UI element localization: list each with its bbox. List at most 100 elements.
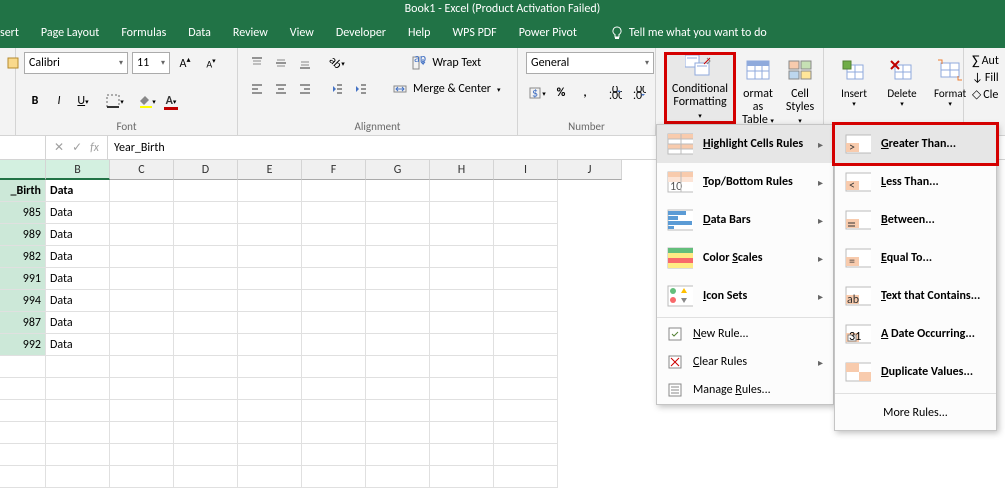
cell[interactable] <box>238 378 302 400</box>
cell[interactable] <box>366 378 430 400</box>
highlight-rules-item[interactable]: 31A Date Occurring... <box>835 315 996 353</box>
cell[interactable] <box>430 334 494 356</box>
cell[interactable] <box>238 290 302 312</box>
comma-format-button[interactable]: , <box>574 82 596 104</box>
highlight-rules-item[interactable]: Between... <box>835 201 996 239</box>
menu-formulas[interactable]: Formulas <box>121 26 166 40</box>
cell[interactable]: 985 <box>0 202 46 224</box>
cell[interactable] <box>238 202 302 224</box>
accept-formula-icon[interactable]: ✓ <box>72 140 82 155</box>
cell[interactable]: Data <box>46 246 110 268</box>
increase-font-icon[interactable]: A▴ <box>174 52 196 74</box>
cell[interactable] <box>238 422 302 444</box>
cell[interactable] <box>366 334 430 356</box>
format-as-table-button[interactable]: ormat asTable ▾ <box>736 52 780 130</box>
cell[interactable] <box>174 180 238 202</box>
cell[interactable] <box>238 356 302 378</box>
align-middle-icon[interactable] <box>270 52 292 74</box>
align-top-icon[interactable] <box>246 52 268 74</box>
cell[interactable] <box>110 334 174 356</box>
highlight-rules-item[interactable]: =Equal To... <box>835 239 996 277</box>
menu-insert[interactable]: sert <box>0 26 19 40</box>
italic-button[interactable]: I <box>48 90 70 112</box>
menu-wps-pdf[interactable]: WPS PDF <box>452 26 496 40</box>
cell[interactable]: 994 <box>0 290 46 312</box>
decrease-decimal-button[interactable]: .00.0 <box>628 82 650 104</box>
cell[interactable] <box>46 466 110 488</box>
cell[interactable] <box>238 334 302 356</box>
cell[interactable] <box>302 224 366 246</box>
cell[interactable] <box>0 422 46 444</box>
cell[interactable] <box>46 378 110 400</box>
border-button[interactable]: ▾ <box>104 90 126 112</box>
cell[interactable] <box>238 246 302 268</box>
cell[interactable]: 989 <box>0 224 46 246</box>
cell[interactable] <box>494 356 558 378</box>
autosum-button[interactable]: ∑Aut <box>972 52 999 69</box>
cell[interactable] <box>238 180 302 202</box>
cell[interactable] <box>0 356 46 378</box>
cell[interactable] <box>430 356 494 378</box>
conditional-formatting-button[interactable]: ConditionalFormatting ▾ <box>664 52 736 124</box>
align-center-icon[interactable] <box>270 78 292 100</box>
cell[interactable] <box>110 422 174 444</box>
fx-icon[interactable]: fx <box>90 141 99 155</box>
cf-menu-item[interactable]: Data Bars▸ <box>657 201 833 239</box>
cell[interactable] <box>494 202 558 224</box>
cell[interactable] <box>238 268 302 290</box>
cell[interactable] <box>110 356 174 378</box>
menu-help[interactable]: Help <box>408 26 431 40</box>
highlight-rules-item[interactable]: >Greater Than... <box>835 125 996 163</box>
cell[interactable] <box>174 422 238 444</box>
cell[interactable] <box>110 224 174 246</box>
cell[interactable]: Data <box>46 202 110 224</box>
column-header[interactable]: E <box>238 160 302 180</box>
cell[interactable] <box>302 202 366 224</box>
cell[interactable] <box>430 246 494 268</box>
cell[interactable] <box>366 290 430 312</box>
cell[interactable] <box>430 422 494 444</box>
delete-cells-button[interactable]: Delete▾ <box>880 52 924 110</box>
cf-menu-item[interactable]: New Rule... <box>657 320 833 348</box>
cell[interactable] <box>302 268 366 290</box>
more-rules-item[interactable]: More Rules... <box>835 396 996 430</box>
column-header[interactable]: H <box>430 160 494 180</box>
cell[interactable] <box>366 202 430 224</box>
cell[interactable]: Data <box>46 180 110 202</box>
cell[interactable] <box>302 466 366 488</box>
cell[interactable] <box>302 378 366 400</box>
menu-power-pivot[interactable]: Power Pivot <box>519 26 577 40</box>
cell[interactable] <box>0 400 46 422</box>
cell[interactable] <box>430 268 494 290</box>
fill-button[interactable]: ↓Fill <box>972 71 999 85</box>
cell[interactable] <box>366 400 430 422</box>
cell[interactable] <box>366 312 430 334</box>
increase-indent-icon[interactable] <box>350 78 372 100</box>
cell[interactable] <box>174 378 238 400</box>
cell[interactable] <box>174 312 238 334</box>
cell[interactable] <box>110 268 174 290</box>
cell[interactable] <box>366 422 430 444</box>
cell[interactable] <box>302 290 366 312</box>
cell[interactable] <box>0 378 46 400</box>
align-left-icon[interactable] <box>246 78 268 100</box>
highlight-rules-item[interactable]: <Less Than... <box>835 163 996 201</box>
cell[interactable] <box>494 290 558 312</box>
cell[interactable] <box>302 334 366 356</box>
cell[interactable] <box>110 202 174 224</box>
menu-data[interactable]: Data <box>188 26 211 40</box>
cell[interactable] <box>110 246 174 268</box>
cell[interactable]: 982 <box>0 246 46 268</box>
cell[interactable] <box>46 444 110 466</box>
accounting-format-button[interactable]: $▾ <box>526 82 548 104</box>
column-header[interactable]: D <box>174 160 238 180</box>
cf-menu-item[interactable]: Color Scales▸ <box>657 239 833 277</box>
cell[interactable]: 992 <box>0 334 46 356</box>
fill-color-button[interactable]: ▾ <box>136 90 158 112</box>
cell[interactable] <box>494 224 558 246</box>
cell[interactable] <box>430 378 494 400</box>
cell[interactable] <box>174 444 238 466</box>
cell[interactable] <box>46 400 110 422</box>
column-header[interactable]: F <box>302 160 366 180</box>
column-header[interactable]: I <box>494 160 558 180</box>
